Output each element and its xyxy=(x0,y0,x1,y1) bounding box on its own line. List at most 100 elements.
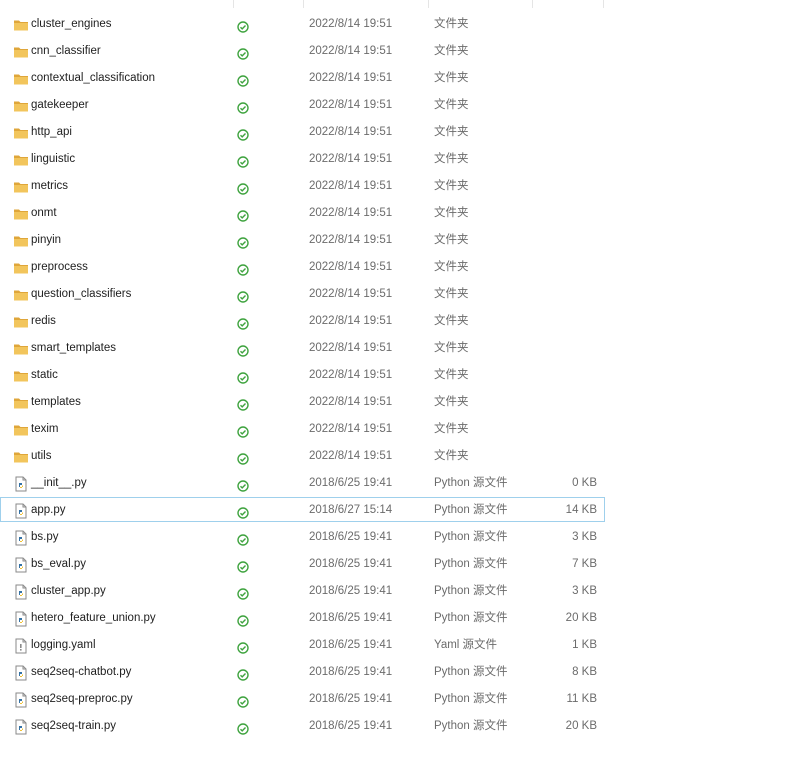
file-name[interactable]: bs_eval.py xyxy=(31,552,86,577)
file-name[interactable]: redis xyxy=(31,309,56,334)
modified-date: 2018/6/25 19:41 xyxy=(309,693,393,705)
file-size xyxy=(521,12,597,37)
file-name[interactable]: hetero_feature_union.py xyxy=(31,606,156,631)
file-size xyxy=(521,255,597,280)
file-row[interactable]: seq2seq-preproc.py 2018/6/25 19:41 Python… xyxy=(0,686,605,711)
file-row[interactable]: cnn_classifier 2022/8/14 19:51 文件夹 xyxy=(0,38,605,63)
file-row[interactable]: __init__.py 2018/6/25 19:41 Python 源文件 0 K… xyxy=(0,470,605,495)
modified-date: 2022/8/14 19:51 xyxy=(309,315,393,327)
file-row[interactable]: linguistic 2022/8/14 19:51 文件夹 xyxy=(0,146,605,171)
file-name[interactable]: static xyxy=(31,363,58,388)
file-name[interactable]: contextual_classification xyxy=(31,66,155,91)
file-name[interactable]: seq2seq-train.py xyxy=(31,714,116,739)
file-size: 3 KB xyxy=(572,585,597,597)
file-row[interactable]: cluster_engines 2022/8/14 19:51 文件夹 xyxy=(0,11,605,36)
file-row[interactable]: seq2seq-train.py 2018/6/25 19:41 Python 源… xyxy=(0,713,605,738)
file-size xyxy=(521,39,597,64)
python-file-icon xyxy=(14,719,28,745)
file-row[interactable]: utils 2022/8/14 19:51 文件夹 xyxy=(0,443,605,468)
file-name[interactable]: seq2seq-chatbot.py xyxy=(31,660,131,685)
file-row[interactable]: onmt 2022/8/14 19:51 文件夹 xyxy=(0,200,605,225)
column-separator[interactable] xyxy=(428,0,429,8)
file-row[interactable]: gatekeeper 2022/8/14 19:51 文件夹 xyxy=(0,92,605,117)
file-type: Python 源文件 xyxy=(434,693,508,705)
column-separator[interactable] xyxy=(233,0,234,8)
file-row[interactable]: redis 2022/8/14 19:51 文件夹 xyxy=(0,308,605,333)
file-size xyxy=(521,390,597,415)
modified-date: 2022/8/14 19:51 xyxy=(309,18,393,30)
file-size: 11 KB xyxy=(566,693,597,705)
file-name[interactable]: question_classifiers xyxy=(31,282,131,307)
column-separator[interactable] xyxy=(603,0,604,8)
file-type: Python 源文件 xyxy=(434,666,508,678)
modified-date: 2018/6/25 19:41 xyxy=(309,477,393,489)
file-type: Python 源文件 xyxy=(434,585,508,597)
column-header[interactable] xyxy=(0,0,605,8)
file-row[interactable]: pinyin 2022/8/14 19:51 文件夹 xyxy=(0,227,605,252)
file-name[interactable]: cnn_classifier xyxy=(31,39,101,64)
file-type: Python 源文件 xyxy=(434,612,508,624)
file-size xyxy=(521,282,597,307)
file-name[interactable]: smart_templates xyxy=(31,336,116,361)
file-name[interactable]: http_api xyxy=(31,120,72,145)
file-name[interactable]: bs.py xyxy=(31,525,59,550)
file-row[interactable]: question_classifiers 2022/8/14 19:51 文件夹 xyxy=(0,281,605,306)
modified-date: 2022/8/14 19:51 xyxy=(309,45,393,57)
file-size xyxy=(521,336,597,361)
file-type: 文件夹 xyxy=(434,180,469,192)
file-type: Python 源文件 xyxy=(434,531,508,543)
modified-date: 2022/8/14 19:51 xyxy=(309,234,393,246)
file-size: 3 KB xyxy=(572,531,597,543)
file-type: 文件夹 xyxy=(434,45,469,57)
file-size: 7 KB xyxy=(572,558,597,570)
file-size xyxy=(521,309,597,334)
file-name[interactable]: gatekeeper xyxy=(31,93,89,118)
column-separator[interactable] xyxy=(532,0,533,8)
file-row[interactable]: logging.yaml 2018/6/25 19:41 Yaml 源文件 1 KB xyxy=(0,632,605,657)
file-size xyxy=(521,120,597,145)
file-row[interactable]: preprocess 2022/8/14 19:51 文件夹 xyxy=(0,254,605,279)
file-size: 20 KB xyxy=(565,612,597,624)
file-name[interactable]: templates xyxy=(31,390,81,415)
file-name[interactable]: cluster_app.py xyxy=(31,579,106,604)
file-row[interactable]: contextual_classification 2022/8/14 19:5… xyxy=(0,65,605,90)
sync-ok-icon xyxy=(237,720,249,745)
file-type: 文件夹 xyxy=(434,234,469,246)
file-type: 文件夹 xyxy=(434,207,469,219)
modified-date: 2018/6/25 19:41 xyxy=(309,666,393,678)
file-row[interactable]: bs_eval.py 2018/6/25 19:41 Python 源文件 7 KB xyxy=(0,551,605,576)
file-size xyxy=(521,201,597,226)
file-name[interactable]: linguistic xyxy=(31,147,75,172)
modified-date: 2018/6/25 19:41 xyxy=(309,720,393,732)
column-separator[interactable] xyxy=(303,0,304,8)
file-row[interactable]: cluster_app.py 2018/6/25 19:41 Python 源文件… xyxy=(0,578,605,603)
file-size xyxy=(521,417,597,442)
file-name[interactable]: pinyin xyxy=(31,228,61,253)
file-row[interactable]: templates 2022/8/14 19:51 文件夹 xyxy=(0,389,605,414)
file-row[interactable]: app.py 2018/6/27 15:14 Python 源文件 14 KB xyxy=(0,497,605,522)
file-row[interactable]: hetero_feature_union.py 2018/6/25 19:41 P… xyxy=(0,605,605,630)
file-name[interactable]: preprocess xyxy=(31,255,88,280)
file-name[interactable]: utils xyxy=(31,444,51,469)
file-type: Python 源文件 xyxy=(434,477,508,489)
file-name[interactable]: texim xyxy=(31,417,58,442)
modified-date: 2022/8/14 19:51 xyxy=(309,99,393,111)
file-name[interactable]: cluster_engines xyxy=(31,12,112,37)
file-type: 文件夹 xyxy=(434,450,469,462)
file-type: 文件夹 xyxy=(434,396,469,408)
file-row[interactable]: static 2022/8/14 19:51 文件夹 xyxy=(0,362,605,387)
file-name[interactable]: logging.yaml xyxy=(31,633,96,658)
file-name[interactable]: seq2seq-preproc.py xyxy=(31,687,133,712)
file-name[interactable]: metrics xyxy=(31,174,68,199)
file-row[interactable]: texim 2022/8/14 19:51 文件夹 xyxy=(0,416,605,441)
file-type: 文件夹 xyxy=(434,153,469,165)
file-row[interactable]: smart_templates 2022/8/14 19:51 文件夹 xyxy=(0,335,605,360)
file-row[interactable]: http_api 2022/8/14 19:51 文件夹 xyxy=(0,119,605,144)
file-name[interactable]: app.py xyxy=(31,498,66,523)
file-row[interactable]: bs.py 2018/6/25 19:41 Python 源文件 3 KB xyxy=(0,524,605,549)
file-name[interactable]: __init__.py xyxy=(31,471,87,496)
file-row[interactable]: seq2seq-chatbot.py 2018/6/25 19:41 Python… xyxy=(0,659,605,684)
file-row[interactable]: metrics 2022/8/14 19:51 文件夹 xyxy=(0,173,605,198)
file-size xyxy=(521,174,597,199)
file-name[interactable]: onmt xyxy=(31,201,57,226)
